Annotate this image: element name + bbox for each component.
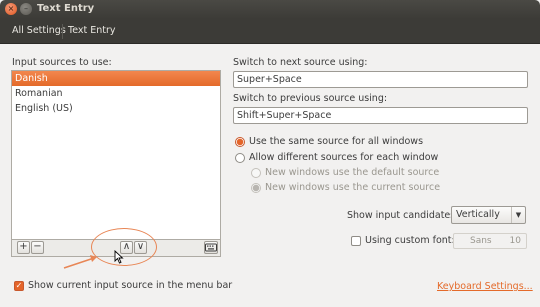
list-item[interactable]: Danish bbox=[12, 71, 220, 86]
custom-font-label: Using custom font: bbox=[365, 235, 455, 246]
current-source-radio[interactable] bbox=[251, 183, 261, 193]
default-source-label: New windows use the default source bbox=[265, 167, 440, 178]
title-bar: × – Text Entry bbox=[0, 0, 540, 19]
same-source-radio[interactable] bbox=[235, 137, 245, 147]
annotation-circle bbox=[91, 228, 157, 266]
font-chooser-button[interactable]: Sans 10 bbox=[453, 233, 527, 249]
keyboard-settings-link[interactable]: Keyboard Settings... bbox=[437, 281, 533, 292]
remove-source-button[interactable]: − bbox=[31, 241, 44, 254]
input-source-list[interactable]: Danish Romanian English (US) bbox=[11, 70, 221, 240]
window-title: Text Entry bbox=[37, 3, 95, 14]
minimize-icon[interactable]: – bbox=[20, 3, 32, 15]
mouse-cursor-icon bbox=[114, 250, 124, 264]
prev-source-shortcut-field[interactable]: Shift+Super+Space bbox=[233, 107, 528, 124]
next-source-label: Switch to next source using: bbox=[233, 57, 368, 68]
list-item[interactable]: English (US) bbox=[12, 101, 220, 116]
different-source-radio[interactable] bbox=[235, 153, 245, 163]
breadcrumb-divider bbox=[62, 24, 63, 39]
close-icon[interactable]: × bbox=[5, 3, 17, 15]
add-source-button[interactable]: + bbox=[17, 241, 30, 254]
prev-source-label: Switch to previous source using: bbox=[233, 93, 388, 104]
font-size: 10 bbox=[509, 236, 521, 246]
input-candidates-label: Show input candidates: bbox=[347, 210, 459, 221]
input-sources-label: Input sources to use: bbox=[12, 57, 112, 68]
keyboard-layout-icon[interactable] bbox=[204, 241, 218, 254]
same-source-label: Use the same source for all windows bbox=[249, 136, 424, 147]
custom-font-checkbox[interactable] bbox=[351, 236, 361, 246]
show-source-checkbox[interactable]: ✓ bbox=[14, 281, 24, 291]
next-source-shortcut-field[interactable]: Super+Space bbox=[233, 71, 528, 88]
font-name: Sans bbox=[470, 236, 492, 246]
input-candidates-select[interactable]: Vertically ▼ bbox=[451, 206, 526, 224]
input-candidates-value: Vertically bbox=[456, 209, 500, 220]
annotation-arrow-icon bbox=[63, 255, 97, 269]
default-source-radio[interactable] bbox=[251, 168, 261, 178]
all-settings-button[interactable]: All Settings bbox=[9, 23, 69, 40]
breadcrumb-current[interactable]: Text Entry bbox=[65, 23, 119, 40]
list-item[interactable]: Romanian bbox=[12, 86, 220, 101]
different-source-label: Allow different sources for each window bbox=[249, 152, 439, 163]
show-source-label: Show current input source in the menu ba… bbox=[28, 280, 233, 291]
chevron-down-icon: ▼ bbox=[511, 207, 525, 223]
current-source-label: New windows use the current source bbox=[265, 182, 441, 193]
breadcrumb: All Settings Text Entry bbox=[0, 19, 540, 44]
